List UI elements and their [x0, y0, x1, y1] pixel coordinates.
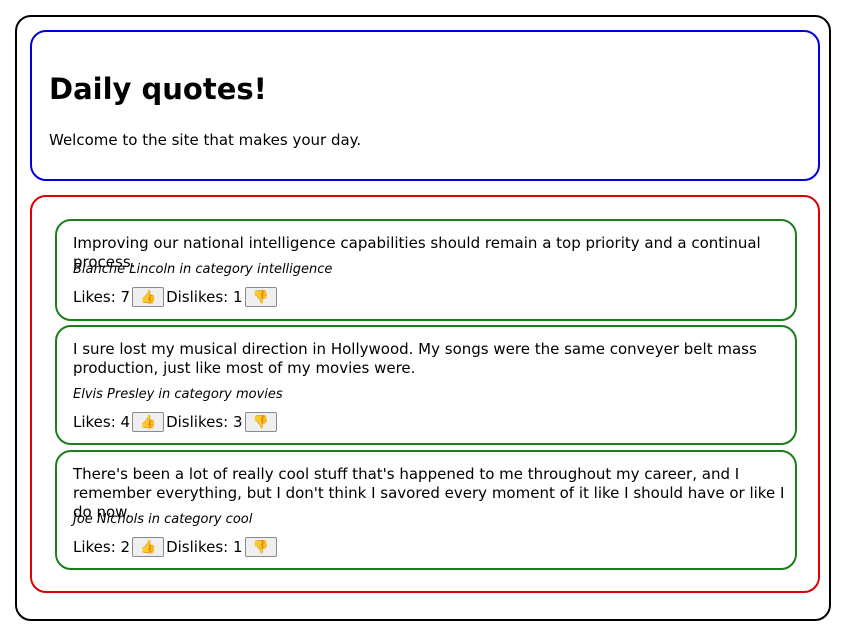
- likes-count: Likes: 2: [73, 538, 131, 556]
- page-title: Daily quotes!: [49, 72, 267, 106]
- thumbs-down-icon: 👎: [252, 414, 269, 429]
- quote-card: Improving our national intelligence capa…: [55, 219, 797, 321]
- likes-count: Likes: 7: [73, 288, 131, 306]
- likes-count: Likes: 4: [73, 413, 131, 431]
- thumbs-up-icon: 👍: [140, 414, 157, 429]
- quote-text: I sure lost my musical direction in Holl…: [73, 340, 757, 377]
- quote-author: Elvis Presley in category movies: [73, 387, 283, 402]
- like-button[interactable]: 👍: [132, 287, 165, 307]
- dislike-button[interactable]: 👎: [244, 412, 277, 432]
- dislikes-count: Dislikes: 3: [166, 413, 243, 431]
- site-tagline: Welcome to the site that makes your day.: [49, 131, 362, 149]
- vote-row: Likes: 4 👍 Dislikes: 3 👎: [73, 412, 279, 432]
- like-button[interactable]: 👍: [132, 412, 165, 432]
- like-button[interactable]: 👍: [132, 537, 165, 557]
- dislikes-count: Dislikes: 1: [166, 288, 243, 306]
- quote-card: There's been a lot of really cool stuff …: [55, 450, 797, 570]
- vote-row: Likes: 7 👍 Dislikes: 1 👎: [73, 287, 279, 307]
- dislike-button[interactable]: 👎: [244, 537, 277, 557]
- quote-author: Blanche Lincoln in category intelligence: [73, 262, 333, 277]
- thumbs-down-icon: 👎: [252, 289, 269, 304]
- dislikes-count: Dislikes: 1: [166, 538, 243, 556]
- thumbs-down-icon: 👎: [252, 539, 269, 554]
- dislike-button[interactable]: 👎: [244, 287, 277, 307]
- quotes-section: Improving our national intelligence capa…: [30, 195, 820, 593]
- vote-row: Likes: 2 👍 Dislikes: 1 👎: [73, 537, 279, 557]
- thumbs-up-icon: 👍: [140, 539, 157, 554]
- thumbs-up-icon: 👍: [140, 289, 157, 304]
- quote-card: I sure lost my musical direction in Holl…: [55, 325, 797, 445]
- quote-author: Joe Nichols in category cool: [73, 512, 253, 527]
- header-section: Daily quotes! Welcome to the site that m…: [30, 30, 820, 181]
